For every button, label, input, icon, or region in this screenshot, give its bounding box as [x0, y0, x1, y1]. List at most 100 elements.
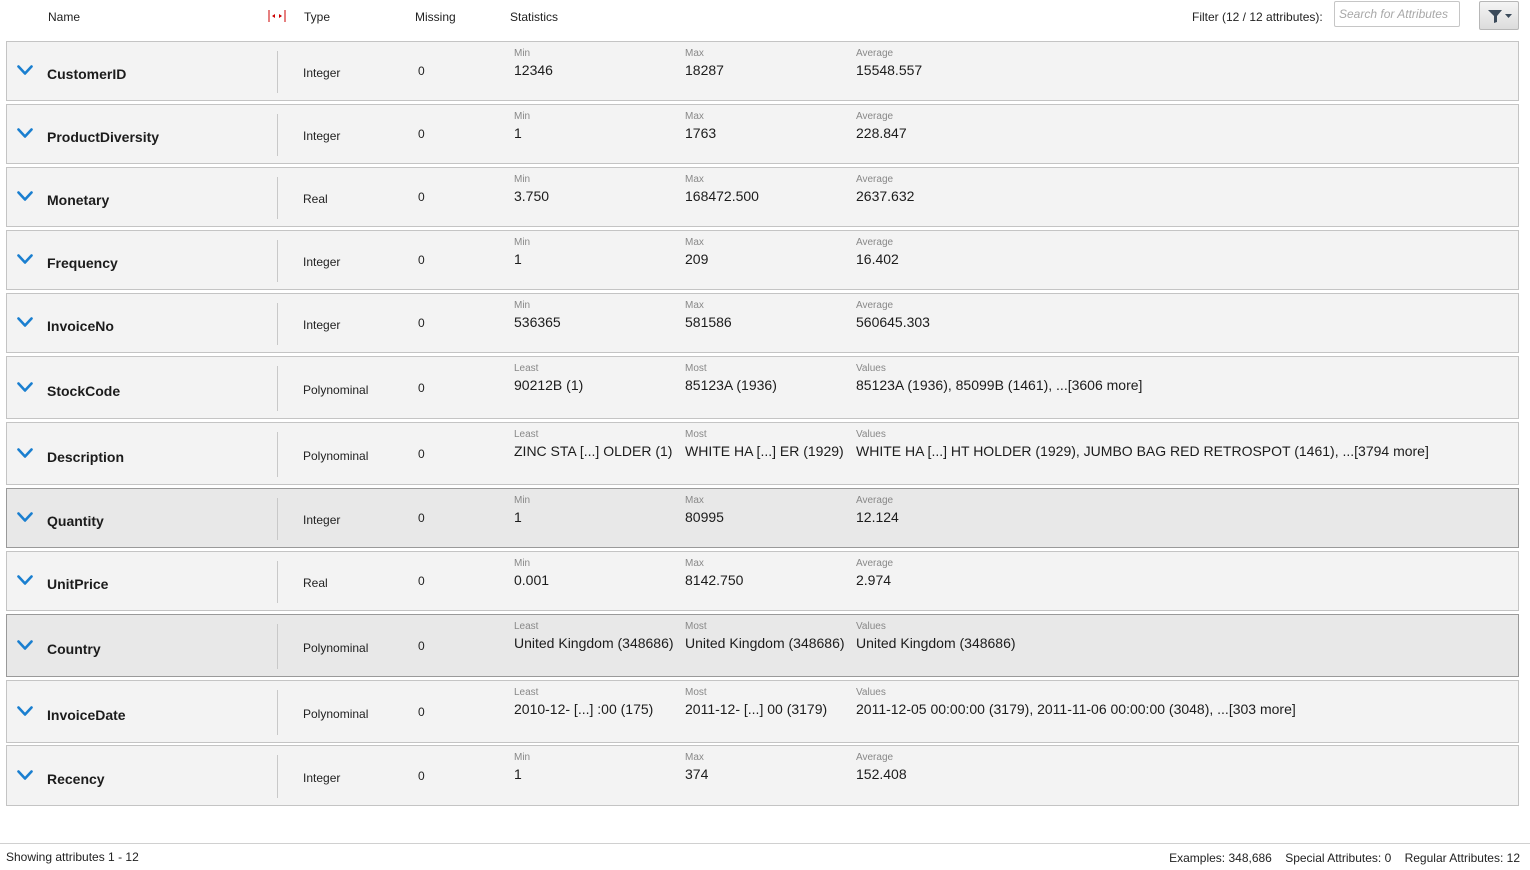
- stat-value-2: 80995: [685, 509, 724, 525]
- attribute-type: Real: [303, 576, 328, 590]
- row-divider: [277, 240, 278, 282]
- column-resize-icon[interactable]: [268, 9, 286, 23]
- stat-label-2: Most: [685, 363, 707, 374]
- column-header-bar: Name Type Missing Statistics Filter (12 …: [0, 0, 1530, 36]
- attribute-name: Country: [47, 641, 101, 657]
- column-header-type[interactable]: Type: [304, 10, 330, 24]
- stat-label-3: Average: [856, 752, 894, 763]
- stat-label-3: Values: [856, 621, 886, 632]
- stat-label-1: Least: [514, 621, 539, 632]
- attribute-type: Polynominal: [303, 449, 369, 463]
- stat-label-1: Min: [514, 558, 531, 569]
- stat-label-3: Values: [856, 429, 886, 440]
- attribute-name: Recency: [47, 771, 105, 787]
- attribute-missing: 0: [418, 639, 425, 653]
- stat-label-1: Least: [514, 429, 539, 440]
- row-divider: [277, 51, 278, 93]
- stat-label-3: Average: [856, 174, 894, 185]
- stat-label-3: Average: [856, 495, 894, 506]
- chevron-down-icon[interactable]: [17, 64, 33, 76]
- chevron-down-icon[interactable]: [17, 639, 33, 651]
- chevron-down-icon[interactable]: [17, 253, 33, 265]
- stat-label-1: Min: [514, 752, 531, 763]
- stat-label-3: Average: [856, 111, 894, 122]
- row-divider: [277, 690, 278, 735]
- chevron-down-icon[interactable]: [17, 127, 33, 139]
- stat-value-2: United Kingdom (348686): [685, 635, 845, 651]
- column-header-name[interactable]: Name: [48, 10, 80, 24]
- chevron-down-icon[interactable]: [17, 705, 33, 717]
- stat-value-1: 0.001: [514, 572, 550, 588]
- stat-value-1: 536365: [514, 314, 561, 330]
- stat-value-1: 90212B (1): [514, 377, 584, 393]
- stat-value-3: United Kingdom (348686): [856, 635, 1016, 651]
- column-header-statistics[interactable]: Statistics: [510, 10, 558, 24]
- chevron-down-icon[interactable]: [17, 447, 33, 459]
- attribute-missing: 0: [418, 511, 425, 525]
- attribute-row[interactable]: ProductDiversity Integer 0 Min 1 Max 1763 Avera…: [6, 104, 1519, 164]
- attribute-name: ProductDiversity: [47, 129, 160, 145]
- special-attributes-count: Special Attributes: 0: [1285, 851, 1392, 865]
- attribute-name: InvoiceDate: [47, 707, 126, 723]
- stat-value-3: 228.847: [856, 125, 907, 141]
- stat-value-2: 85123A (1936): [685, 377, 777, 393]
- attribute-missing: 0: [418, 127, 425, 141]
- column-header-missing[interactable]: Missing: [415, 10, 456, 24]
- attribute-row[interactable]: InvoiceNo Integer 0 Min 536365 Max 581586 Avera…: [6, 293, 1519, 353]
- row-divider: [277, 624, 278, 669]
- stat-value-1: 1: [514, 125, 522, 141]
- stat-value-2: WHITE HA [...] ER (1929): [685, 443, 844, 459]
- footer-summary: Examples: 348,686 Special Attributes: 0 …: [1159, 851, 1520, 865]
- examples-count: Examples: 348,686: [1169, 851, 1272, 865]
- chevron-down-icon[interactable]: [17, 574, 33, 586]
- stat-label-1: Min: [514, 111, 531, 122]
- regular-attributes-count: Regular Attributes: 12: [1404, 851, 1520, 865]
- attribute-row[interactable]: Recency Integer 0 Min 1 Max 374 Average 152.408: [6, 745, 1519, 806]
- attribute-row[interactable]: Quantity Integer 0 Min 1 Max 80995 Average 12.12…: [6, 488, 1519, 548]
- attribute-type: Integer: [303, 513, 341, 527]
- chevron-down-icon[interactable]: [17, 316, 33, 328]
- attribute-missing: 0: [418, 447, 425, 461]
- attribute-row[interactable]: Country Polynominal 0 Least United Kingdom (…: [6, 614, 1519, 677]
- attribute-name: InvoiceNo: [47, 318, 114, 334]
- stat-value-2: 374: [685, 766, 709, 782]
- attribute-row[interactable]: Description Polynominal 0 Least ZINC STA [..…: [6, 422, 1519, 485]
- stat-value-2: 209: [685, 251, 709, 267]
- search-attributes-input[interactable]: [1334, 1, 1460, 27]
- stat-label-1: Least: [514, 687, 539, 698]
- filter-dropdown-button[interactable]: [1479, 1, 1519, 30]
- stat-value-2: 168472.500: [685, 188, 759, 204]
- chevron-down-icon[interactable]: [17, 769, 33, 781]
- attribute-name: Quantity: [47, 513, 104, 529]
- chevron-down-icon[interactable]: [17, 190, 33, 202]
- stat-value-2: 8142.750: [685, 572, 744, 588]
- attribute-missing: 0: [418, 705, 425, 719]
- stat-value-3: WHITE HA [...] HT HOLDER (1929), JUMBO B…: [856, 443, 1429, 459]
- stat-value-3: 2011-12-05 00:00:00 (3179), 2011-11-06 0…: [856, 701, 1296, 717]
- stat-value-3: 85123A (1936), 85099B (1461), ...[3606 m…: [856, 377, 1143, 393]
- stat-value-3: 16.402: [856, 251, 899, 267]
- attribute-name: UnitPrice: [47, 576, 109, 592]
- attribute-row[interactable]: InvoiceDate Polynominal 0 Least 2010-12- [..…: [6, 680, 1519, 743]
- stat-label-2: Max: [685, 752, 704, 763]
- filter-label: Filter (12 / 12 attributes):: [1192, 10, 1323, 24]
- stat-label-2: Max: [685, 300, 704, 311]
- attribute-row[interactable]: CustomerID Integer 0 Min 12346 Max 18287 Averag…: [6, 41, 1519, 101]
- attribute-row[interactable]: Frequency Integer 0 Min 1 Max 209 Average 16.402: [6, 230, 1519, 290]
- attribute-row[interactable]: Monetary Real 0 Min 3.750 Max 168472.500 Averag…: [6, 167, 1519, 227]
- row-divider: [277, 561, 278, 603]
- row-divider: [277, 177, 278, 219]
- attribute-name: CustomerID: [47, 66, 127, 82]
- attribute-row[interactable]: StockCode Polynominal 0 Least 90212B (1) Most…: [6, 356, 1519, 419]
- attribute-type: Integer: [303, 771, 341, 785]
- attribute-row[interactable]: UnitPrice Real 0 Min 0.001 Max 8142.750 Average…: [6, 551, 1519, 611]
- stat-value-3: 152.408: [856, 766, 907, 782]
- stat-label-2: Most: [685, 621, 707, 632]
- stat-value-3: 2637.632: [856, 188, 915, 204]
- attribute-type: Integer: [303, 255, 341, 269]
- attribute-missing: 0: [418, 190, 425, 204]
- chevron-down-icon[interactable]: [17, 381, 33, 393]
- attribute-missing: 0: [418, 253, 425, 267]
- showing-attributes-text: Showing attributes 1 - 12: [6, 850, 139, 864]
- chevron-down-icon[interactable]: [17, 511, 33, 523]
